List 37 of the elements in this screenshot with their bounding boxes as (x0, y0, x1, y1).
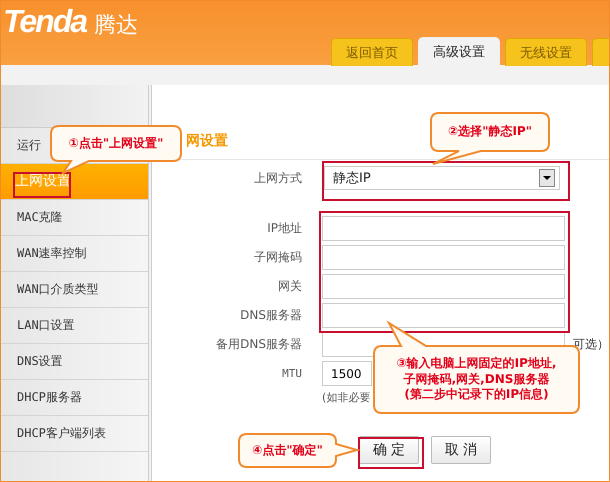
tooltip-text: ④点击"确定" (252, 442, 323, 458)
connection-type-select[interactable]: 静态IP (324, 166, 560, 190)
hint-text: (如非必要 (322, 390, 370, 404)
field-label: MTU (281, 367, 302, 380)
field-label: DNS服务器 (239, 307, 302, 324)
form-button[interactable]: 确 定 (359, 436, 419, 464)
tooltip-text: ③输入电脑上网固定的IP地址, 子网掩码,网关,DNS服务器 (第二步中记录下的IP信息) (396, 356, 556, 403)
sidebar-item[interactable]: DHCP服务器 (17, 390, 82, 404)
sidebar-item[interactable]: WAN速率控制 (17, 246, 87, 260)
tab[interactable]: 无线设置 (505, 38, 587, 66)
tab[interactable]: 高级设置 (418, 37, 500, 66)
sidebar-item[interactable]: MAC克隆 (17, 210, 63, 224)
input-field[interactable] (322, 274, 565, 299)
input-field[interactable] (322, 216, 565, 241)
tab[interactable]: 返回首页 (331, 38, 413, 66)
field-label: IP地址 (266, 220, 302, 237)
input-field[interactable] (322, 245, 565, 270)
tooltip-text: ②选择"静态IP" (448, 124, 532, 140)
sidebar-item[interactable]: 运行 (17, 138, 41, 152)
mtu-field[interactable]: 1500 (322, 361, 372, 386)
optional-note: 可选） (573, 336, 609, 353)
field-label: 备用DNS服务器 (215, 336, 302, 353)
field-label: 子网掩码 (253, 249, 302, 266)
highlight-frame (358, 437, 424, 469)
sidebar-item[interactable]: DNS设置 (17, 354, 63, 368)
form-button[interactable]: 取 消 (431, 436, 491, 464)
input-field[interactable] (322, 303, 565, 328)
field-label: 网关 (277, 278, 302, 295)
logo-text: 腾达 (94, 12, 138, 40)
sidebar-item[interactable]: LAN口设置 (17, 318, 75, 332)
highlight-frame (13, 172, 71, 198)
section-title: 网设置 (185, 133, 228, 149)
sidebar-item[interactable]: WAN口介质类型 (17, 282, 99, 296)
field-label: 上网方式 (253, 170, 302, 186)
logo: Tenda (3, 2, 86, 41)
sidebar-item[interactable]: DHCP客户端列表 (17, 426, 106, 440)
tooltip-text: ①点击"上网设置" (68, 136, 164, 152)
